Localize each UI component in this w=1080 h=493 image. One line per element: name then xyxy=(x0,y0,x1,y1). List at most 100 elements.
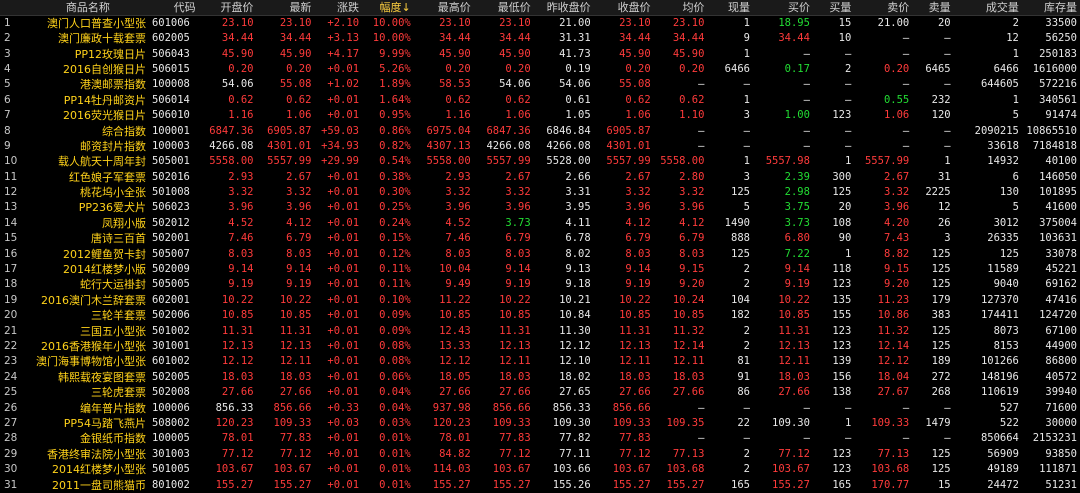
cell-chg: +29.99 xyxy=(321,155,360,168)
column-header[interactable]: 卖量 xyxy=(912,0,954,16)
cell-chg: +0.01 xyxy=(327,201,360,214)
table-row[interactable]: 4 2016自创猴日片 506015 0.20 0.20 +0.01 5.26% 0.20 0.… xyxy=(0,62,1080,77)
cell-bidq: 15 xyxy=(838,17,852,29)
cell-prev: 9.13 xyxy=(565,263,591,276)
cell-open: 9.14 xyxy=(228,263,254,276)
cell-close: 55.08 xyxy=(619,78,651,91)
cell-askq: 1479 xyxy=(925,416,951,429)
cell-avg: 0.20 xyxy=(679,62,705,75)
cell-tv: 2090215 xyxy=(974,124,1019,137)
column-header[interactable]: 现量 xyxy=(707,0,753,16)
cell-ask: 9.15 xyxy=(883,263,910,276)
column-header[interactable]: 卖价 xyxy=(854,0,913,16)
table-row[interactable]: 6 PP14牡丹邮资片 506014 0.62 0.62 +0.01 1.64% 0.62 0.… xyxy=(0,93,1080,108)
cell-stock: 7184818 xyxy=(1032,139,1077,152)
cell-stock: 86800 xyxy=(1045,355,1077,368)
table-row[interactable]: 22 2016香港猴年小型张 301001 12.13 12.13 +0.01 0.08% 1… xyxy=(0,339,1080,354)
table-row[interactable]: 30 2014红楼梦小型张 501005 103.67 103.67 +0.01 0.01%… xyxy=(0,462,1080,477)
cell-bid: 155.27 xyxy=(772,478,810,491)
column-header[interactable]: 代码 xyxy=(148,0,199,16)
column-header[interactable]: 开盘价 xyxy=(198,0,257,16)
cell-askq: 125 xyxy=(931,340,951,352)
cell-bid: 3.73 xyxy=(784,216,810,229)
column-header[interactable]: 涨跌 xyxy=(314,0,363,16)
cell-code: 508002 xyxy=(151,416,190,429)
cell-prev: 0.61 xyxy=(565,93,591,106)
table-row[interactable]: 20 三轮羊套票 502006 10.85 10.85 +0.01 0.09% 10.85 10… xyxy=(0,308,1080,323)
cell-vol: — xyxy=(743,124,750,137)
cell-avg: — xyxy=(698,124,705,137)
cell-low: 5557.99 xyxy=(486,155,531,168)
cell-avg: 11.32 xyxy=(672,324,705,337)
column-header[interactable]: 收盘价 xyxy=(593,0,654,16)
table-row[interactable]: 28 金银纸币指数 100005 78.01 77.83 +0.01 0.01% 78.01 7… xyxy=(0,431,1080,446)
table-row[interactable]: 11 红色娘子军套票 502016 2.93 2.67 +0.01 0.38% 2.93 2.6… xyxy=(0,170,1080,185)
column-header[interactable]: 买量 xyxy=(812,0,855,16)
table-row[interactable]: 2 澳门廉政十载套票 602005 34.44 34.44 +3.13 10.00% 34.4… xyxy=(0,31,1080,46)
table-row[interactable]: 16 2012鲤鱼贺卡封 505007 8.03 8.03 +0.01 0.12% 8.03 8… xyxy=(0,246,1080,261)
cell-avg: — xyxy=(698,432,705,445)
table-row[interactable]: 5 港澳邮票指数 100008 54.06 55.08 +1.02 1.89% 58.53 54… xyxy=(0,77,1080,92)
column-header[interactable] xyxy=(0,0,27,16)
table-row[interactable]: 10 载人航天十周年封 505001 5558.00 5557.99 +29.99 0.54… xyxy=(0,154,1080,169)
table-row[interactable]: 9 邮资封片指数 100003 4266.08 4301.01 +34.93 0.82% 43… xyxy=(0,139,1080,154)
cell-last: 0.20 xyxy=(286,62,312,75)
cell-code: 100001 xyxy=(151,124,190,137)
cell-close: 0.62 xyxy=(625,93,651,106)
cell-open: 12.13 xyxy=(221,340,254,352)
cell-askq: 15 xyxy=(937,478,951,491)
table-row[interactable]: 7 2016荧光猴日片 506010 1.16 1.06 +0.01 0.95% 1.16 1.… xyxy=(0,108,1080,123)
cell-last: 103.67 xyxy=(273,463,312,476)
cell-code: 100003 xyxy=(151,139,190,152)
table-row[interactable]: 17 2014红楼梦小版 502009 9.14 9.14 +0.01 0.11% 10.04… xyxy=(0,262,1080,277)
table-row[interactable]: 27 PP54马踏飞燕片 508002 120.23 109.33 +0.03 0.03% 1… xyxy=(0,416,1080,431)
table-row[interactable]: 15 唐诗三百首 502001 7.46 6.79 +0.01 0.15% 7.46 6.79 6… xyxy=(0,231,1080,246)
column-header[interactable]: 商品名称 xyxy=(26,0,149,16)
cell-chg: +59.03 xyxy=(321,124,360,137)
cell-askq: 125 xyxy=(931,278,951,291)
table-row[interactable]: 21 三国五小型张 501002 11.31 11.31 +0.01 0.09% 12.43 1… xyxy=(0,323,1080,338)
cell-name: 韩熙载夜宴图套票 xyxy=(57,370,146,384)
cell-stock: 40100 xyxy=(1045,155,1077,168)
cell-tv: 3012 xyxy=(993,216,1019,229)
table-row[interactable]: 24 韩熙载夜宴图套票 502005 18.03 18.03 +0.01 0.06% 18.0… xyxy=(0,370,1080,385)
cell-tv: 174411 xyxy=(980,309,1019,322)
cell-name: 澳门人口普查小型张 xyxy=(46,17,146,30)
cell-stock: 71600 xyxy=(1045,401,1077,414)
table-row[interactable]: 13 PP236爱犬片 506023 3.96 3.96 +0.01 0.25% 3.96 3.… xyxy=(0,200,1080,215)
cell-stock: 44900 xyxy=(1045,340,1077,352)
table-row[interactable]: 12 桃花坞小全张 501008 3.32 3.32 +0.01 0.30% 3.32 3.32… xyxy=(0,185,1080,200)
table-row[interactable]: 29 香港终审法院小型张 301003 77.12 77.12 +0.01 0.01% 84.… xyxy=(0,447,1080,462)
table-row[interactable]: 31 2011一盘司熊猫币 801002 155.27 155.27 +0.01 0.01%… xyxy=(0,477,1080,492)
cell-close: 12.11 xyxy=(619,355,651,368)
column-header[interactable]: 昨收盘价 xyxy=(533,0,594,16)
cell-code: 502012 xyxy=(151,216,190,229)
column-header[interactable]: 均价 xyxy=(653,0,708,16)
table-row[interactable]: 14 凤翔小版 502012 4.52 4.12 +0.01 0.24% 4.52 3.73 4.… xyxy=(0,216,1080,231)
column-header[interactable]: 最高价 xyxy=(413,0,474,16)
cell-code: 506015 xyxy=(151,62,190,75)
cell-close: 109.33 xyxy=(612,416,651,429)
table-row[interactable]: 3 PP12玫瑰日片 506043 45.90 45.90 +4.17 9.99% 45.90… xyxy=(0,46,1080,61)
column-header[interactable]: 幅度↓ xyxy=(362,0,414,16)
column-header[interactable]: 库存量 xyxy=(1021,0,1080,16)
table-row[interactable]: 18 蛇行大运褂封 505005 9.19 9.19 +0.01 0.11% 9.49 9.19… xyxy=(0,277,1080,292)
cell-stock: 41600 xyxy=(1045,201,1077,214)
table-row[interactable]: 19 2016澳门木兰辞套票 602001 10.22 10.22 +0.01 0.10% 1… xyxy=(0,293,1080,308)
quote-table: 商品名称 代码 开盘价 最新 涨跌 幅度↓ 最高价 最低价 昨收盘价 收盘价 均价 现量 买价 买量 卖价卖… xyxy=(0,0,1080,493)
table-row[interactable]: 26 编年普片指数 100006 856.33 856.66 +0.33 0.04% 937.… xyxy=(0,400,1080,415)
table-row[interactable]: 23 澳门海事博物馆小型张 601002 12.12 12.11 +0.01 0.08% 12… xyxy=(0,354,1080,369)
table-row[interactable]: 1 澳门人口普查小型张 601006 23.10 23.10 +2.10 10.00% 23.… xyxy=(0,16,1080,32)
table-row[interactable]: 25 三轮虎套票 502008 27.66 27.66 +0.01 0.04% 27.66 27… xyxy=(0,385,1080,400)
cell-low: 54.06 xyxy=(499,78,531,91)
cell-bid: 103.67 xyxy=(772,463,810,476)
cell-bidq: 108 xyxy=(832,216,852,229)
cell-open: 0.20 xyxy=(228,62,254,75)
column-header[interactable]: 最新 xyxy=(256,0,315,16)
column-header[interactable]: 成交量 xyxy=(953,0,1022,16)
column-header[interactable]: 最低价 xyxy=(473,0,534,16)
column-header[interactable]: 买价 xyxy=(752,0,813,16)
cell-pct: 10.00% xyxy=(372,32,411,45)
cell-tv: 850664 xyxy=(980,432,1019,445)
table-row[interactable]: 8 综合指数 100001 6847.36 6905.87 +59.03 0.86% 6975… xyxy=(0,123,1080,138)
